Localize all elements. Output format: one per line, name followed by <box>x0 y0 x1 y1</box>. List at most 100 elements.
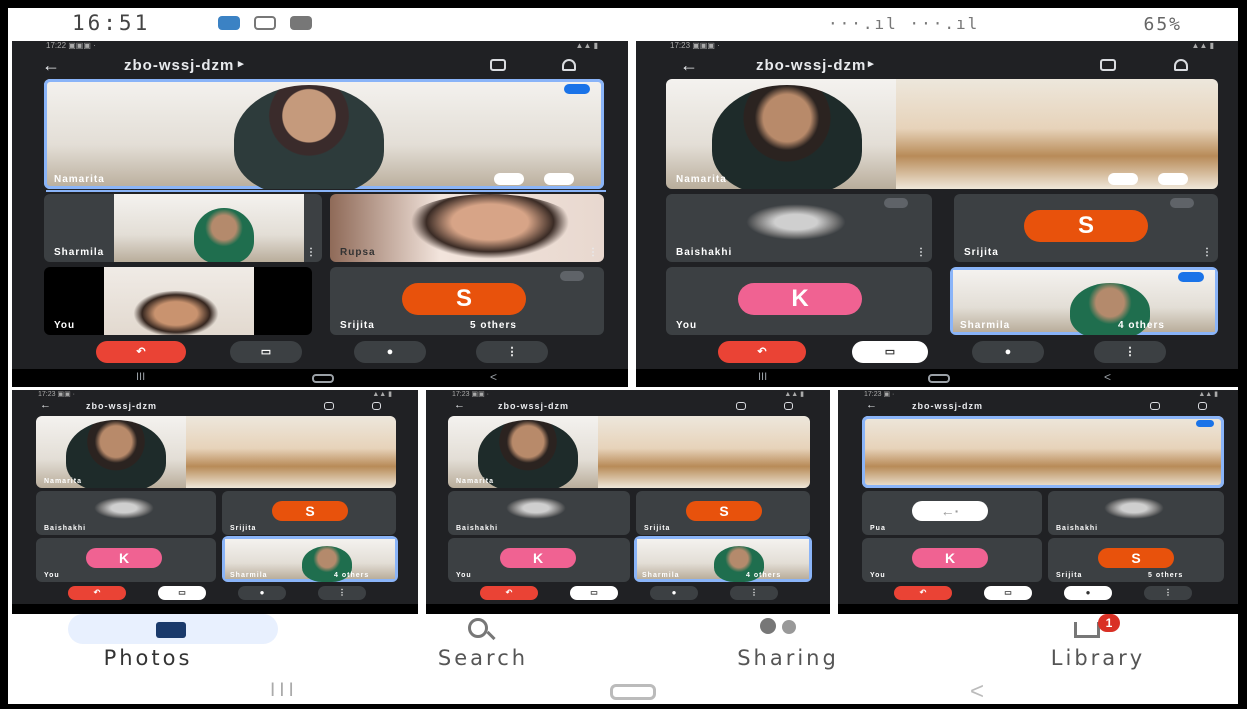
participant-tile[interactable]: K You <box>36 538 216 582</box>
fullscreen-icon[interactable] <box>1158 173 1188 185</box>
audio-output-icon[interactable] <box>1198 402 1207 410</box>
pin-icon[interactable] <box>1108 173 1138 185</box>
others-count[interactable]: 4 others <box>746 572 781 579</box>
end-call-button[interactable]: ↶ <box>68 586 126 600</box>
fullscreen-icon[interactable] <box>544 173 574 185</box>
mic-button[interactable]: ● <box>354 341 426 363</box>
status-time: 16:51 <box>72 11 151 35</box>
mic-button[interactable]: ● <box>238 586 286 600</box>
participant-tile[interactable]: You <box>44 267 312 335</box>
back-arrow-icon[interactable]: ← <box>866 399 877 411</box>
recent-apps-icon[interactable]: III <box>758 371 767 383</box>
participant-tile[interactable]: K You <box>666 267 932 335</box>
meeting-code[interactable]: zbo-wssj-dzm <box>756 57 866 74</box>
chevron-right-icon[interactable]: ▸ <box>238 57 245 70</box>
participant-tile[interactable]: S Srijita 5 others <box>1048 538 1224 582</box>
others-count[interactable]: 5 others <box>1148 572 1183 579</box>
main-video-tile[interactable]: Namarita <box>44 79 604 189</box>
nav-search-label: Search <box>437 646 529 670</box>
participant-tile[interactable]: Sharmila 4 others <box>222 536 398 582</box>
end-call-button[interactable]: ↶ <box>480 586 538 600</box>
back-arrow-icon[interactable]: ← <box>40 399 51 411</box>
participant-tile[interactable]: Sharmila 4 others <box>634 536 812 582</box>
message-icon <box>290 16 312 30</box>
participant-tile[interactable]: Sharmila ⋮ <box>44 194 322 262</box>
end-call-button[interactable]: ↶ <box>96 341 186 363</box>
nav-sharing-label: Sharing <box>737 646 839 670</box>
main-video-tile[interactable]: Namarita <box>448 416 810 488</box>
recent-apps-icon[interactable]: III <box>136 371 145 383</box>
nav-sharing[interactable]: Sharing <box>688 614 888 672</box>
participant-tile[interactable]: Baishakhi ⋮ <box>666 194 932 262</box>
home-icon[interactable] <box>928 374 950 383</box>
back-icon[interactable]: < <box>970 678 984 704</box>
audio-output-icon[interactable] <box>784 402 793 410</box>
participant-tile[interactable]: Rupsa ⋮ <box>330 194 604 262</box>
participant-tile[interactable]: K You <box>448 538 630 582</box>
audio-output-icon[interactable] <box>372 402 381 410</box>
meeting-code[interactable]: zbo-wssj-dzm <box>498 401 569 411</box>
others-count[interactable]: 5 others <box>470 320 517 331</box>
participant-name: Srijita <box>1056 572 1083 579</box>
switch-camera-icon[interactable] <box>1100 59 1116 71</box>
audio-output-icon[interactable] <box>1174 59 1188 71</box>
switch-camera-icon[interactable] <box>736 402 746 410</box>
camera-off-button[interactable]: ▭ <box>984 586 1032 600</box>
main-video-tile[interactable]: Namarita <box>36 416 396 488</box>
more-button[interactable]: ⋮ <box>476 341 548 363</box>
nav-photos[interactable]: Photos <box>68 614 278 672</box>
nav-search[interactable]: Search <box>388 614 578 672</box>
back-icon[interactable]: < <box>490 370 497 384</box>
others-count[interactable]: 4 others <box>334 572 369 579</box>
more-button[interactable]: ⋮ <box>730 586 778 600</box>
main-video-tile[interactable] <box>862 416 1224 488</box>
more-button[interactable]: ⋮ <box>1144 586 1192 600</box>
participant-name: Baishakhi <box>1056 525 1099 532</box>
participant-tile[interactable]: K You <box>862 538 1042 582</box>
more-button[interactable]: ⋮ <box>1094 341 1166 363</box>
participant-tile[interactable]: Sharmila 4 others <box>950 267 1218 335</box>
nav-library[interactable]: 1 Library <box>998 614 1198 672</box>
audio-output-icon[interactable] <box>562 59 576 71</box>
more-button[interactable]: ⋮ <box>318 586 366 600</box>
camera-off-button[interactable]: ▭ <box>158 586 206 600</box>
mic-off-button[interactable]: ● <box>1064 586 1112 600</box>
participant-tile[interactable]: Baishakhi <box>36 491 216 535</box>
pin-icon[interactable] <box>494 173 524 185</box>
switch-camera-icon[interactable] <box>490 59 506 71</box>
back-icon[interactable]: < <box>1104 370 1111 384</box>
meeting-code[interactable]: zbo-wssj-dzm <box>86 401 157 411</box>
camera-off-button[interactable]: ▭ <box>852 341 928 363</box>
back-arrow-icon[interactable]: ← <box>680 55 698 76</box>
home-icon[interactable] <box>610 684 656 700</box>
participant-tile[interactable]: S Srijita ⋮ <box>954 194 1218 262</box>
camera-button[interactable]: ▭ <box>230 341 302 363</box>
recent-apps-icon[interactable]: III <box>270 680 298 702</box>
others-count[interactable]: 4 others <box>1118 320 1165 331</box>
home-icon[interactable] <box>312 374 334 383</box>
meeting-code[interactable]: zbo-wssj-dzm <box>124 57 234 74</box>
meeting-code[interactable]: zbo-wssj-dzm <box>912 401 983 411</box>
more-options-icon[interactable]: ⋮ <box>916 247 926 258</box>
back-arrow-icon[interactable]: ← <box>42 55 60 76</box>
end-call-button[interactable]: ↶ <box>718 341 806 363</box>
more-options-icon[interactable]: ⋮ <box>588 247 598 258</box>
participant-tile[interactable]: ←· Pua <box>862 491 1042 535</box>
more-options-icon[interactable]: ⋮ <box>306 247 316 258</box>
participant-tile[interactable]: Baishakhi <box>1048 491 1224 535</box>
camera-off-button[interactable]: ▭ <box>570 586 618 600</box>
chevron-right-icon[interactable]: ▸ <box>868 57 875 70</box>
more-options-icon[interactable]: ⋮ <box>1202 247 1212 258</box>
back-arrow-icon[interactable]: ← <box>454 399 465 411</box>
switch-camera-icon[interactable] <box>1150 402 1160 410</box>
participant-tile[interactable]: S Srijita <box>222 491 396 535</box>
end-call-button[interactable]: ↶ <box>894 586 952 600</box>
android-nav-bar <box>12 604 418 614</box>
participant-tile[interactable]: S Srijita 5 others <box>330 267 604 335</box>
mic-button[interactable]: ● <box>972 341 1044 363</box>
main-video-tile[interactable]: Namarita <box>666 79 1218 189</box>
participant-tile[interactable]: S Srijita <box>636 491 810 535</box>
participant-tile[interactable]: Baishakhi <box>448 491 630 535</box>
switch-camera-icon[interactable] <box>324 402 334 410</box>
mic-button[interactable]: ● <box>650 586 698 600</box>
